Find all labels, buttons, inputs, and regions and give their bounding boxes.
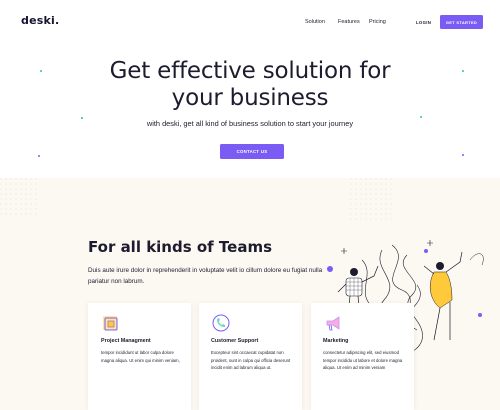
nav-link-pricing[interactable]: Pricing: [369, 19, 386, 25]
get-started-button[interactable]: GET STARTED: [440, 15, 483, 29]
teams-title: For all kinds of Teams: [88, 238, 273, 256]
login-link[interactable]: LOGIN: [416, 20, 431, 25]
decorative-dot: [462, 154, 464, 156]
project-management-icon: [103, 316, 118, 331]
hero-title-line-1: Get effective solution for: [109, 58, 391, 84]
dot-pattern-left: [0, 178, 40, 218]
hero-subtitle: with deski, get all kind of business sol…: [146, 119, 354, 128]
hero-title-line-2: your business: [171, 85, 329, 111]
nav-link-features[interactable]: Features: [338, 19, 360, 25]
card-text-project-management: tempor incididunt ut labor culpa dolore …: [101, 350, 180, 363]
teams-description: Duis aute irure dolor in reprehenderit i…: [88, 267, 323, 285]
nav-link-solution[interactable]: Solution: [305, 19, 325, 25]
decorative-dot: [40, 70, 42, 72]
phone-support-icon: [212, 314, 230, 332]
contact-us-button[interactable]: CONTACT US: [220, 144, 284, 159]
decorative-dot: [81, 117, 83, 119]
top-navigation: deski. Solution Features Pricing LOGIN G…: [0, 0, 500, 46]
decorative-dot: [38, 155, 40, 157]
decorative-dot: [462, 70, 464, 72]
megaphone-icon: [326, 316, 340, 331]
card-title-project-management: Project Managment: [101, 338, 151, 344]
hero-title: Get effective solution for your business: [0, 58, 500, 112]
card-text-customer-support: Excepteur sint occaecat cupidatat non pr…: [211, 350, 291, 370]
card-title-customer-support: Customer Support: [211, 338, 259, 344]
decorative-dot: [420, 116, 422, 118]
card-title-marketing: Marketing: [323, 338, 349, 344]
dot-pattern-right: [350, 178, 395, 223]
card-text-marketing: consectetur adipiscing elit, sed eiusmod…: [323, 350, 403, 370]
brand-logo[interactable]: deski.: [21, 14, 59, 27]
